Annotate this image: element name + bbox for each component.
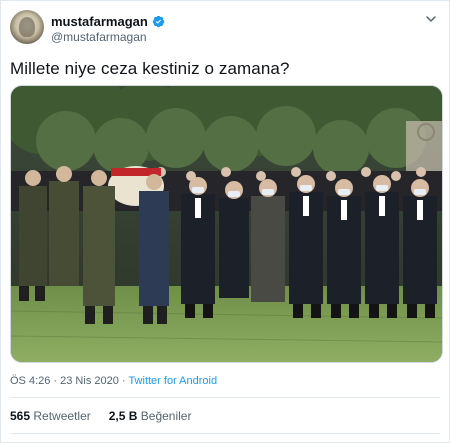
tweet-stats: 565 Retweetler 2,5 B Beğeniler xyxy=(10,409,191,423)
ceremony-image xyxy=(11,86,442,362)
tweet-text: Millete niye ceza kestiniz o zamana? xyxy=(10,59,290,78)
tweet-card: mustafarmagan @mustafarmagan Millete niy… xyxy=(0,0,450,443)
retweets-label: Retweetler xyxy=(33,409,91,423)
chevron-down-icon[interactable] xyxy=(423,11,439,27)
tweet-source-link[interactable]: Twitter for Android xyxy=(128,375,217,387)
tweet-date[interactable]: 23 Nis 2020 xyxy=(60,375,119,387)
tweet-time[interactable]: ÖS 4:26 xyxy=(10,375,50,387)
likes-label: Beğeniler xyxy=(140,409,192,423)
verified-badge-icon xyxy=(152,15,164,27)
retweets-count: 565 xyxy=(10,409,31,423)
likes-stat[interactable]: 2,5 B Beğeniler xyxy=(109,409,192,423)
avatar[interactable] xyxy=(10,10,44,44)
display-name[interactable]: mustafarmagan xyxy=(51,14,148,29)
likes-count: 2,5 B xyxy=(108,409,138,423)
divider-bottom xyxy=(10,433,440,434)
meta-separator-2: · xyxy=(118,375,129,387)
author-name-row[interactable]: mustafarmagan xyxy=(51,13,165,29)
user-handle[interactable]: @mustafarmagan xyxy=(51,30,147,44)
retweets-stat[interactable]: 565 Retweetler xyxy=(10,409,91,423)
tweet-meta: ÖS 4:26 · 23 Nis 2020 · Twitter for Andr… xyxy=(10,375,217,387)
divider xyxy=(10,397,440,398)
meta-separator: · xyxy=(50,375,61,387)
tweet-media-video[interactable] xyxy=(10,85,443,363)
